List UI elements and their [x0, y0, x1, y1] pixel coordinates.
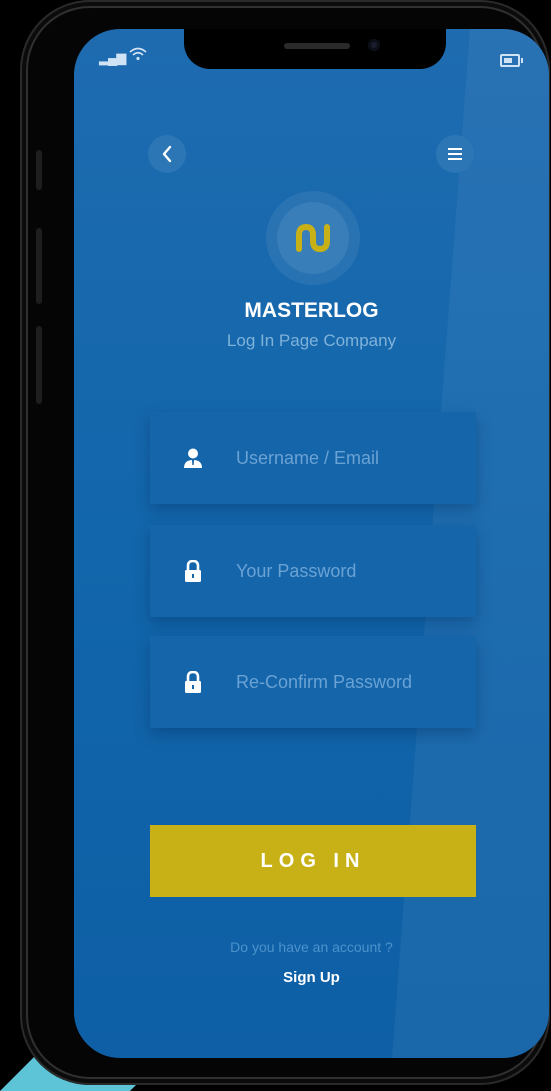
back-button[interactable]	[148, 135, 186, 173]
volume-up-button	[36, 228, 42, 304]
masterlog-logo-icon	[296, 223, 330, 253]
login-button[interactable]: LOG IN	[150, 825, 476, 897]
password-input[interactable]	[236, 560, 456, 582]
username-input[interactable]	[236, 447, 456, 469]
lock-icon	[150, 671, 236, 693]
app-title: MASTERLOG	[244, 299, 379, 322]
user-icon	[150, 448, 236, 468]
wifi-icon	[129, 47, 147, 66]
signup-link[interactable]: Sign Up	[74, 969, 549, 986]
notch	[184, 29, 446, 69]
chevron-left-icon	[162, 145, 172, 163]
volume-down-button	[36, 326, 42, 404]
lock-icon	[150, 560, 236, 582]
hamburger-menu-icon	[448, 148, 462, 160]
menu-button[interactable]	[436, 135, 474, 173]
front-camera	[368, 39, 380, 51]
confirm-password-field[interactable]	[150, 636, 476, 728]
battery-icon	[500, 54, 523, 67]
app-subtitle: Log In Page Company	[226, 331, 397, 350]
speaker-grille	[284, 43, 350, 49]
app-screen: ▂▄▆ MASTERLOG Log In Page Company Userna…	[74, 29, 549, 1058]
logo-container	[266, 191, 360, 285]
confirm-password-input[interactable]	[236, 671, 456, 693]
signal-icon: ▂▄▆	[99, 50, 126, 65]
username-field[interactable]	[150, 412, 476, 504]
mute-switch	[36, 150, 42, 190]
account-question: Do you have an account ?	[230, 939, 393, 955]
phone-frame: ▂▄▆ MASTERLOG Log In Page Company Userna…	[20, 0, 550, 1085]
password-field[interactable]	[150, 525, 476, 617]
